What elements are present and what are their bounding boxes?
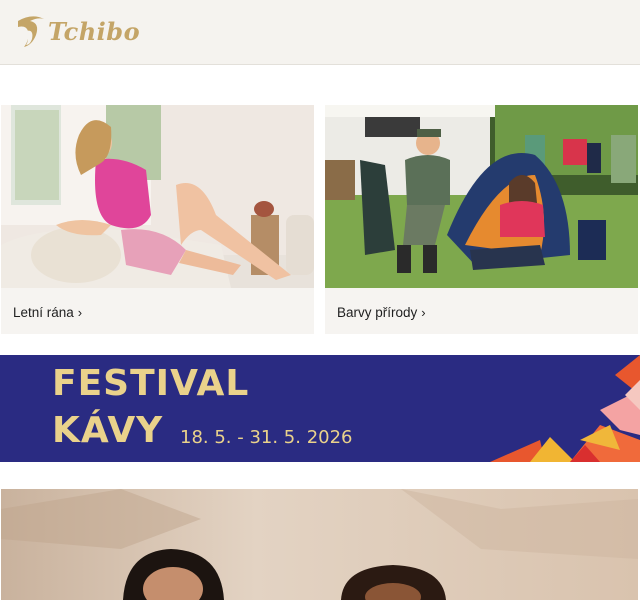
site-header: Tchibo	[0, 0, 640, 65]
card-label: Barvy přírody ›	[337, 305, 426, 320]
banner-title-line2: KÁVY	[52, 410, 164, 451]
festival-kavy-banner[interactable]: FESTIVAL KÁVY 18. 5. - 31. 5. 2026	[0, 355, 640, 462]
brand-wordmark: Tchibo	[48, 17, 141, 46]
couple-camping-tent-photo	[325, 105, 638, 288]
card-label-text: Barvy přírody	[337, 305, 418, 320]
card-label-text: Letní rána	[13, 305, 74, 320]
woman-relaxing-on-sofa-photo	[1, 105, 314, 288]
chevron-right-icon: ›	[421, 305, 426, 320]
banner-dates: 18. 5. - 31. 5. 2026	[180, 427, 353, 448]
geometric-decoration-icon	[490, 355, 640, 462]
category-card-letni-rana[interactable]: Letní rána ›	[1, 105, 314, 334]
two-people-portrait-photo[interactable]	[1, 489, 638, 600]
category-card-barvy-prirody[interactable]: Barvy přírody ›	[325, 105, 638, 334]
banner-title-line1: FESTIVAL	[52, 363, 250, 404]
chevron-right-icon: ›	[77, 305, 83, 320]
card-label: Letní rána ›	[13, 305, 82, 320]
